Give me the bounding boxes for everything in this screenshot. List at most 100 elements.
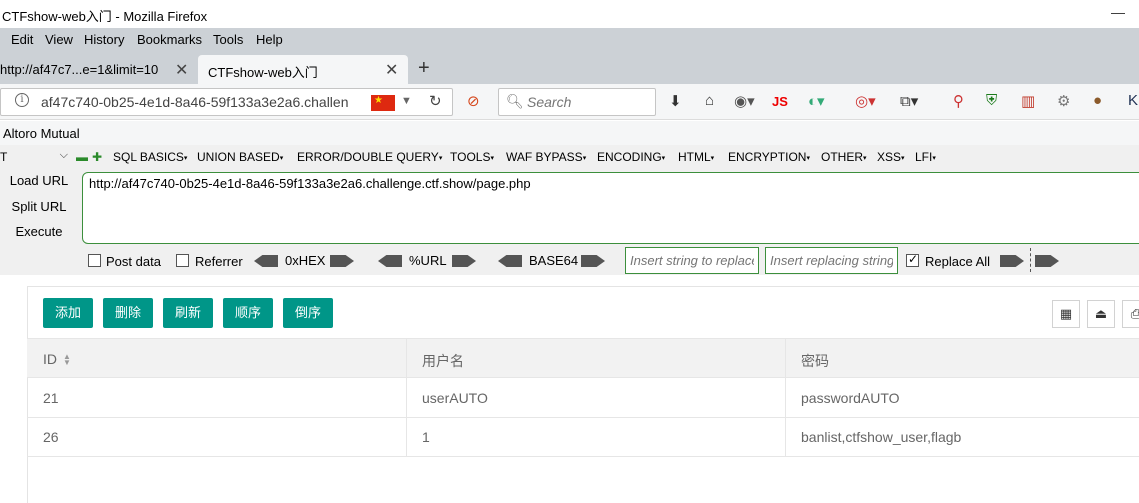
home-icon[interactable]: ⌂ [705,92,714,109]
search-box[interactable]: 🔍︎ [498,88,656,116]
menu-history[interactable]: History [84,32,124,47]
menu-union-based[interactable]: UNION BASED▾ [197,150,283,164]
bookmark-altoro-mutual[interactable]: Altoro Mutual [3,126,80,141]
block-icon[interactable]: ⊘ [467,92,480,110]
column-header-username: 用户名 [422,353,464,369]
menu-label: ERROR/DOUBLE QUERY [297,150,439,164]
close-tab-icon[interactable]: ✕ [175,60,188,80]
window-title-bar: CTFshow-web入门 - Mozilla Firefox — [0,0,1139,28]
replace-all-checkbox[interactable]: ✓ [906,252,919,267]
column-divider [785,378,786,417]
refresh-button[interactable]: 刷新 [163,298,213,328]
close-tab-icon[interactable]: ✕ [385,60,398,80]
divider [1030,248,1031,272]
minus-icon[interactable]: ▬ [76,150,88,164]
referrer-checkbox[interactable] [176,254,189,267]
ghost-icon[interactable]: ◉▾ [734,92,755,110]
screenshot-icon[interactable]: ⧉▾ [900,92,918,110]
export-icon[interactable]: ⏏ [1087,300,1115,328]
url-label: %URL [409,253,447,268]
extension-icon[interactable]: K [1128,92,1138,109]
table-row[interactable]: 26 1 banlist,ctfshow_user,flagb [27,417,1139,457]
sort-desc-button[interactable]: 倒序 [283,298,333,328]
table-header: ID ▲ ▼ 用户名 密码 [27,338,1139,378]
cell-password: banlist,ctfshow_user,flagb [801,429,962,445]
menu-error-double-query[interactable]: ERROR/DOUBLE QUERY▾ [297,150,442,164]
hex-encode-icon[interactable] [330,255,354,267]
address-bar[interactable]: i af47c740-0b25-4e1d-8a46-59f133a3e2a6.c… [0,88,453,116]
globe-icon[interactable]: ◐▾ [808,92,825,110]
replace-string-input[interactable] [626,248,758,273]
menu-waf-bypass[interactable]: WAF BYPASS▾ [506,150,586,164]
add-button[interactable]: 添加 [43,298,93,328]
shield-icon[interactable]: ⛨ [986,92,997,109]
base64-decode-icon[interactable] [498,255,522,267]
menu-html[interactable]: HTML▾ [678,150,714,164]
search-input[interactable] [525,92,650,112]
replace-left-icon[interactable] [1000,255,1024,267]
sort-asc-button[interactable]: 顺序 [223,298,273,328]
reload-icon[interactable]: ↻ [429,92,442,110]
column-divider [785,417,786,456]
menu-bookmarks[interactable]: Bookmarks [137,32,202,47]
menu-label: ENCRYPTION [728,150,807,164]
menu-label: SQL BASICS [113,150,184,164]
menu-sql-basics[interactable]: SQL BASICS▾ [113,150,187,164]
hackbar-select[interactable]: T ⌵ [0,149,70,167]
site-info-icon[interactable]: i [15,93,29,107]
url-encode-icon[interactable] [452,255,476,267]
cell-id: 26 [43,429,59,445]
hex-decode-icon[interactable] [254,255,278,267]
menu-edit[interactable]: Edit [11,32,33,47]
tab-ctfshow[interactable]: CTFshow-web入门 ✕ [198,55,408,84]
hackbar-icon[interactable]: ◎▾ [855,92,876,110]
sort-icon[interactable]: ▲ ▼ [63,353,71,367]
download-icon[interactable]: ⬇ [669,92,682,110]
js-icon[interactable]: JS [772,94,788,109]
column-divider [406,417,407,456]
split-url-button[interactable]: Split URL [8,199,70,214]
tab-page-query[interactable]: http://af47c7...e=1&limit=10 ✕ [0,55,198,84]
print-icon[interactable]: ⎙ [1122,300,1139,328]
tab-strip: http://af47c7...e=1&limit=10 ✕ CTFshow-w… [0,52,1139,84]
plus-icon[interactable]: ✚ [92,150,102,164]
table-row[interactable]: 21 userAUTO passwordAUTO [27,378,1139,418]
menu-other[interactable]: OTHER▾ [821,150,867,164]
checkmark-icon: ✓ [908,252,919,266]
replacing-string-input[interactable] [766,248,897,273]
address-url[interactable]: af47c740-0b25-4e1d-8a46-59f133a3e2a6.cha… [41,94,366,110]
execute-button[interactable]: Execute [8,224,70,239]
cell-username: 1 [422,429,430,445]
chevron-down-icon: ⌵ [59,149,68,161]
minimize-icon[interactable]: — [1111,4,1125,20]
menu-tools[interactable]: Tools [213,32,243,47]
replace-right-icon[interactable] [1035,255,1059,267]
menu-encryption[interactable]: ENCRYPTION▾ [728,150,810,164]
column-header-id[interactable]: ID ▲ ▼ [43,351,71,367]
replacing-string-field[interactable] [765,247,898,274]
cell-password: passwordAUTO [801,390,900,406]
base64-encode-icon[interactable] [581,255,605,267]
replace-string-field[interactable] [625,247,759,274]
delete-button[interactable]: 删除 [103,298,153,328]
columns-icon[interactable]: ▦ [1052,300,1080,328]
url-decode-icon[interactable] [378,255,402,267]
menu-view[interactable]: View [45,32,73,47]
menu-help[interactable]: Help [256,32,283,47]
post-data-checkbox[interactable] [88,254,101,267]
menu-encoding[interactable]: ENCODING▾ [597,150,665,164]
menu-lfi[interactable]: LFI▾ [915,150,936,164]
load-url-button[interactable]: Load URL [8,173,70,188]
hackbar-url-textarea[interactable]: http://af47c740-0b25-4e1d-8a46-59f133a3e… [82,172,1139,244]
wappalyzer-icon[interactable]: ▥ [1021,92,1035,110]
column-divider [785,339,786,377]
bookmarks-bar: Altoro Mutual [0,121,1139,145]
zoom-icon[interactable]: ⚲ [953,92,964,110]
gear-icon[interactable]: ⚙ [1057,92,1070,110]
menu-xss[interactable]: XSS▾ [877,150,905,164]
hackbar-url-text: http://af47c740-0b25-4e1d-8a46-59f133a3e… [89,176,531,191]
menu-tools[interactable]: TOOLS▾ [450,150,494,164]
cookie-icon[interactable]: ● [1093,92,1102,109]
new-tab-icon[interactable]: + [418,57,430,80]
chevron-down-icon[interactable]: ▼ [401,95,412,107]
